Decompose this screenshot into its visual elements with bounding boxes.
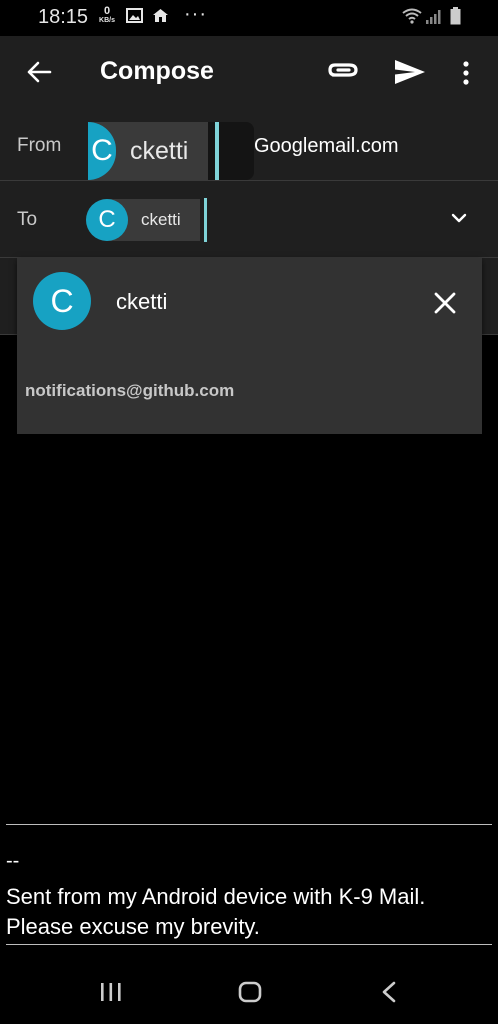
close-icon[interactable] xyxy=(433,291,457,320)
signature-separator: -- xyxy=(6,850,20,872)
network-speed-unit: KB/s xyxy=(99,17,115,24)
signature-text[interactable]: Sent from my Android device with K-9 Mai… xyxy=(6,882,492,942)
back-arrow-icon[interactable] xyxy=(26,60,52,89)
image-icon xyxy=(126,8,143,28)
to-label: To xyxy=(17,209,38,230)
back-icon[interactable] xyxy=(381,981,397,1008)
from-row[interactable]: From C cketti Googlemail.com xyxy=(0,110,498,181)
attachment-icon[interactable] xyxy=(327,61,359,88)
signal-icon xyxy=(426,9,442,29)
popup-name: cketti xyxy=(116,289,168,314)
text-cursor xyxy=(204,198,207,242)
recipient-chip[interactable]: C cketti xyxy=(86,199,200,241)
overflow-menu-icon[interactable] xyxy=(463,61,469,90)
status-bar: 18:15 0 KB/s ··· xyxy=(0,0,498,36)
network-speed: 0 KB/s xyxy=(98,5,116,25)
home-icon xyxy=(152,8,169,28)
wifi-icon xyxy=(402,8,422,29)
popup-email[interactable]: notifications@github.com xyxy=(25,381,234,401)
from-address-domain: Googlemail.com xyxy=(254,135,399,157)
body-divider-bottom xyxy=(6,944,492,945)
status-time: 18:15 xyxy=(38,6,89,28)
more-notifications: ··· xyxy=(184,3,207,25)
page-title: Compose xyxy=(100,57,214,85)
from-avatar: C xyxy=(88,122,116,180)
from-chip-body: C cketti xyxy=(88,122,208,180)
home-button-icon[interactable] xyxy=(238,981,262,1008)
body-divider-top xyxy=(6,824,492,825)
recent-apps-icon[interactable] xyxy=(100,982,122,1007)
app-bar: Compose xyxy=(0,36,498,110)
from-name: cketti xyxy=(130,137,189,165)
recipient-details-popup: C cketti notifications@github.com xyxy=(17,258,482,434)
network-speed-value: 0 xyxy=(103,5,111,17)
recipient-avatar: C xyxy=(86,199,128,241)
battery-icon xyxy=(450,7,461,30)
from-label: From xyxy=(17,135,62,156)
chevron-down-icon[interactable] xyxy=(450,211,468,229)
navigation-bar xyxy=(0,960,498,1024)
text-cursor xyxy=(215,122,219,180)
send-icon[interactable] xyxy=(394,59,426,90)
to-row[interactable]: To C cketti xyxy=(0,181,498,258)
popup-avatar: C xyxy=(33,272,91,330)
recipient-name: cketti xyxy=(141,210,181,229)
from-account-chip[interactable]: C cketti xyxy=(88,122,254,180)
